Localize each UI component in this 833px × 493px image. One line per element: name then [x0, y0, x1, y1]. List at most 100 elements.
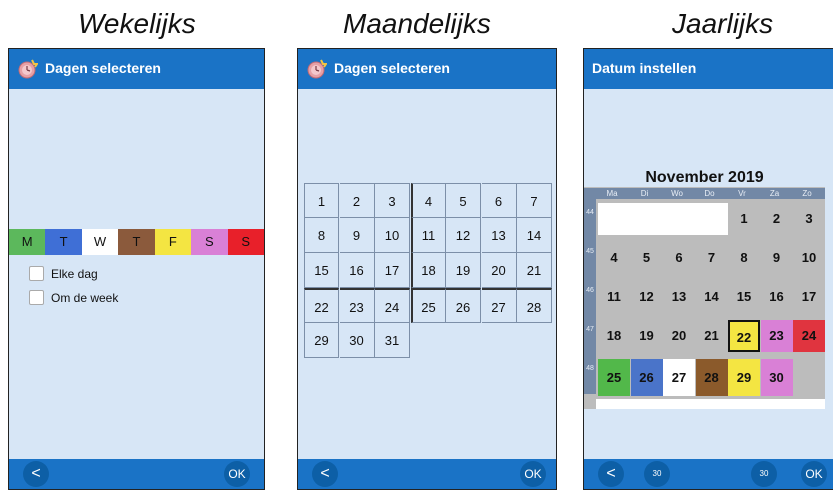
- month-day-cell[interactable]: 22: [304, 288, 339, 323]
- bottom-bar: < OK: [298, 459, 556, 489]
- calendar-day-cell[interactable]: 6: [663, 242, 695, 274]
- month-day-cell[interactable]: 29: [304, 323, 339, 358]
- month-day-cell[interactable]: 28: [517, 288, 552, 323]
- screen-title: Dagen selecteren: [334, 60, 450, 76]
- month-day-cell[interactable]: 31: [375, 323, 410, 358]
- calendar-next-icon: 30: [759, 469, 769, 478]
- month-day-cell[interactable]: 2: [339, 183, 375, 218]
- month-day-cell[interactable]: 3: [375, 183, 410, 218]
- month-day-cell[interactable]: 13: [481, 218, 517, 253]
- month-day-cell[interactable]: 10: [375, 218, 410, 253]
- month-day-cell[interactable]: 14: [517, 218, 552, 253]
- calendar-day-cell[interactable]: 11: [598, 281, 630, 313]
- weekday-chip[interactable]: T: [118, 229, 155, 255]
- calendar-day-cell[interactable]: 3: [793, 203, 825, 235]
- calendar-day-cell[interactable]: 29: [728, 359, 760, 396]
- calendar-day-cell[interactable]: 16: [760, 281, 793, 313]
- app-bar: Datum instellen: [584, 49, 833, 89]
- weekday-header: Ma Di Wo Do Vr Za Zo: [584, 188, 825, 199]
- back-button[interactable]: <: [598, 461, 624, 487]
- every-day-checkbox[interactable]: [29, 266, 44, 281]
- calendar-day-cell[interactable]: 8: [728, 242, 760, 274]
- month-day-cell[interactable]: 20: [481, 253, 517, 288]
- calendar-day-cell[interactable]: 22: [728, 320, 760, 352]
- weekday-chip[interactable]: W: [81, 229, 119, 255]
- weekly-screen: Dagen selecteren MTWTFSS Elke dag Om de …: [8, 48, 265, 490]
- calendar-day-cell[interactable]: 18: [598, 320, 630, 352]
- calendar-day-cell[interactable]: 12: [630, 281, 663, 313]
- calendar-day-cell[interactable]: 17: [793, 281, 825, 313]
- calendar-day-cell[interactable]: 27: [663, 359, 695, 396]
- ok-button[interactable]: OK: [224, 461, 250, 487]
- month-day-cell[interactable]: 7: [517, 183, 552, 218]
- month-day-cell[interactable]: 23: [339, 288, 375, 323]
- week-number: 47: [586, 326, 594, 333]
- weekday-chip[interactable]: F: [154, 229, 192, 255]
- month-day-cell[interactable]: 21: [517, 253, 552, 288]
- calendar-footer-space: [596, 399, 825, 409]
- back-button[interactable]: <: [23, 461, 49, 487]
- month-day-cell[interactable]: 9: [339, 218, 375, 253]
- calendar-day-cell[interactable]: 19: [630, 320, 663, 352]
- month-day-cell[interactable]: 26: [446, 288, 481, 323]
- month-day-cell[interactable]: 25: [410, 288, 446, 323]
- calendar-day-cell[interactable]: 20: [663, 320, 695, 352]
- weekday-label: Do: [704, 189, 715, 198]
- month-day-cell[interactable]: 1: [304, 183, 339, 218]
- calendar-day-cell[interactable]: 26: [630, 359, 663, 396]
- month-day-cell[interactable]: 18: [410, 253, 446, 288]
- month-day-cell[interactable]: 8: [304, 218, 339, 253]
- month-day-cell[interactable]: 12: [446, 218, 481, 253]
- calendar-day-cell[interactable]: 1: [728, 203, 760, 235]
- calendar-day-cell[interactable]: 5: [630, 242, 663, 274]
- month-day-cell[interactable]: 30: [339, 323, 375, 358]
- calendar-day-cell[interactable]: 30: [760, 359, 793, 396]
- ok-button[interactable]: OK: [801, 461, 827, 487]
- calendar-day-cell[interactable]: 2: [760, 203, 793, 235]
- next-month-button[interactable]: 30: [751, 461, 777, 487]
- month-day-cell[interactable]: 24: [375, 288, 410, 323]
- month-day-cell[interactable]: 16: [339, 253, 375, 288]
- calendar-day-cell[interactable]: 24: [793, 320, 825, 352]
- clock-app-icon: [18, 59, 38, 79]
- calendar-day-cell[interactable]: 10: [793, 242, 825, 274]
- calendar-day-cell[interactable]: 7: [695, 242, 728, 274]
- calendar-day-cell[interactable]: 13: [663, 281, 695, 313]
- calendar-day-cell[interactable]: 23: [760, 320, 793, 352]
- calendar: November 2019 Ma Di Wo Do Vr Za Zo 44 45 46 47 48 …: [584, 169, 825, 409]
- weekday-label: Ma: [606, 189, 618, 198]
- calendar-day-cell[interactable]: 9: [760, 242, 793, 274]
- month-day-cell[interactable]: 11: [410, 218, 446, 253]
- calendar-day-cell[interactable]: 25: [598, 359, 630, 396]
- every-other-week-checkbox[interactable]: [29, 290, 44, 305]
- bottom-bar: < OK: [9, 459, 264, 489]
- weekday-chip[interactable]: T: [45, 229, 82, 255]
- screen-title: Dagen selecteren: [45, 60, 161, 76]
- weekday-chip[interactable]: M: [9, 229, 46, 255]
- previous-month-button[interactable]: 30: [644, 461, 670, 487]
- ok-button[interactable]: OK: [520, 461, 546, 487]
- month-day-cell[interactable]: 15: [304, 253, 339, 288]
- weekday-label: Wo: [671, 189, 683, 198]
- monthly-screen: Dagen selecteren 1 2 3 4 5 6 7 8 9 10 11 12 13 14 15 16…: [297, 48, 557, 490]
- every-other-week-label: Om de week: [51, 291, 119, 305]
- app-bar: Dagen selecteren: [298, 49, 556, 89]
- month-day-cell[interactable]: 5: [446, 183, 481, 218]
- calendar-day-cell[interactable]: 15: [728, 281, 760, 313]
- weekday-label: Zo: [802, 189, 812, 198]
- month-day-cell[interactable]: 4: [410, 183, 446, 218]
- month-day-cell[interactable]: 27: [481, 288, 517, 323]
- month-day-cell[interactable]: 6: [481, 183, 517, 218]
- month-day-cell[interactable]: 17: [375, 253, 410, 288]
- weekday-chip[interactable]: S: [227, 229, 264, 255]
- month-day-cell[interactable]: 19: [446, 253, 481, 288]
- month-title: November 2019: [584, 169, 825, 187]
- calendar-day-cell[interactable]: 21: [695, 320, 728, 352]
- calendar-day-cell[interactable]: 14: [695, 281, 728, 313]
- weekday-selector: MTWTFSS: [9, 229, 264, 255]
- back-button[interactable]: <: [312, 461, 338, 487]
- weekday-chip[interactable]: S: [191, 229, 228, 255]
- weekday-label: Vr: [738, 189, 746, 198]
- calendar-day-cell[interactable]: 28: [695, 359, 728, 396]
- calendar-day-cell[interactable]: 4: [598, 242, 630, 274]
